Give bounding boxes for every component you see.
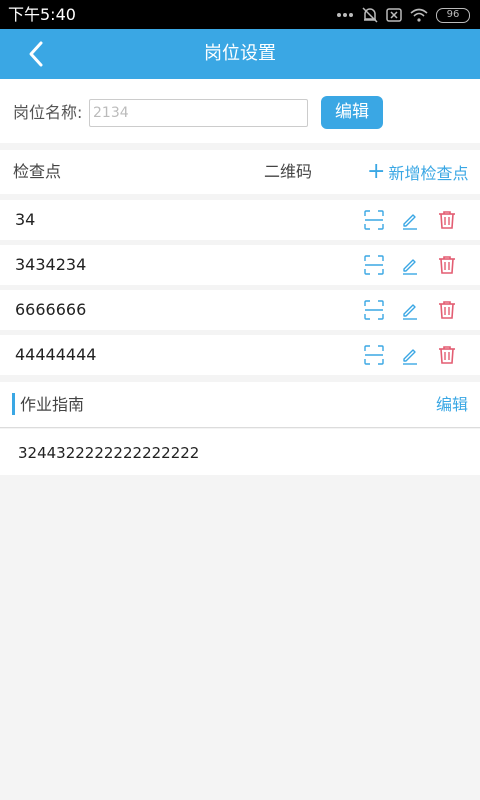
job-name-row: 岗位名称: 编辑 — [0, 79, 480, 143]
page-title: 岗位设置 — [204, 43, 276, 64]
checkpoint-name: 44444444 — [15, 345, 97, 364]
section-accent-bar — [12, 393, 15, 415]
qr-scan-icon[interactable] — [363, 344, 385, 366]
plus-icon: + — [367, 159, 386, 184]
pencil-icon[interactable] — [399, 209, 421, 231]
pencil-icon[interactable] — [399, 344, 421, 366]
no-sim-icon — [386, 8, 402, 22]
job-name-label: 岗位名称: — [13, 103, 83, 122]
trash-icon[interactable] — [436, 299, 458, 321]
checkpoint-row: 6666666 — [0, 290, 480, 330]
qr-scan-icon[interactable] — [363, 299, 385, 321]
work-guide-body: 3244322222222222222 — [0, 429, 480, 475]
work-guide-title: 作业指南 — [20, 395, 85, 414]
wifi-icon — [410, 8, 428, 22]
trash-icon[interactable] — [436, 209, 458, 231]
pencil-icon[interactable] — [399, 299, 421, 321]
status-bar: 下午5:40 96 — [0, 0, 480, 29]
work-guide-content: 3244322222222222222 — [18, 444, 200, 462]
trash-icon[interactable] — [436, 344, 458, 366]
battery-indicator: 96 — [436, 7, 470, 23]
checkpoint-name: 34 — [15, 210, 36, 229]
status-icons: 96 — [336, 4, 470, 26]
checkpoint-row: 44444444 — [0, 335, 480, 375]
more-dots-icon — [337, 13, 353, 17]
job-name-edit-button[interactable]: 编辑 — [321, 96, 383, 129]
add-checkpoint-label: 新增检查点 — [388, 164, 469, 183]
qr-column-label: 二维码 — [264, 162, 313, 181]
qr-scan-icon[interactable] — [363, 254, 385, 276]
status-time: 下午5:40 — [8, 5, 76, 24]
checkpoint-name: 6666666 — [15, 300, 87, 319]
checkpoint-column-label: 检查点 — [13, 162, 62, 181]
nav-bar: 岗位设置 — [0, 29, 480, 79]
checkpoint-row: 34 — [0, 200, 480, 240]
add-checkpoint-button[interactable]: + 新增检查点 — [367, 159, 468, 185]
qr-scan-icon[interactable] — [363, 209, 385, 231]
checkpoint-name: 3434234 — [15, 255, 87, 274]
work-guide-edit-link[interactable]: 编辑 — [436, 395, 468, 415]
pencil-icon[interactable] — [399, 254, 421, 276]
work-guide-header: 作业指南 编辑 — [0, 382, 480, 428]
job-name-input[interactable] — [89, 99, 308, 127]
mute-bell-icon — [362, 7, 378, 23]
trash-icon[interactable] — [436, 254, 458, 276]
checkpoint-header: 检查点 二维码 + 新增检查点 — [0, 150, 480, 194]
checkpoint-row: 3434234 — [0, 245, 480, 285]
